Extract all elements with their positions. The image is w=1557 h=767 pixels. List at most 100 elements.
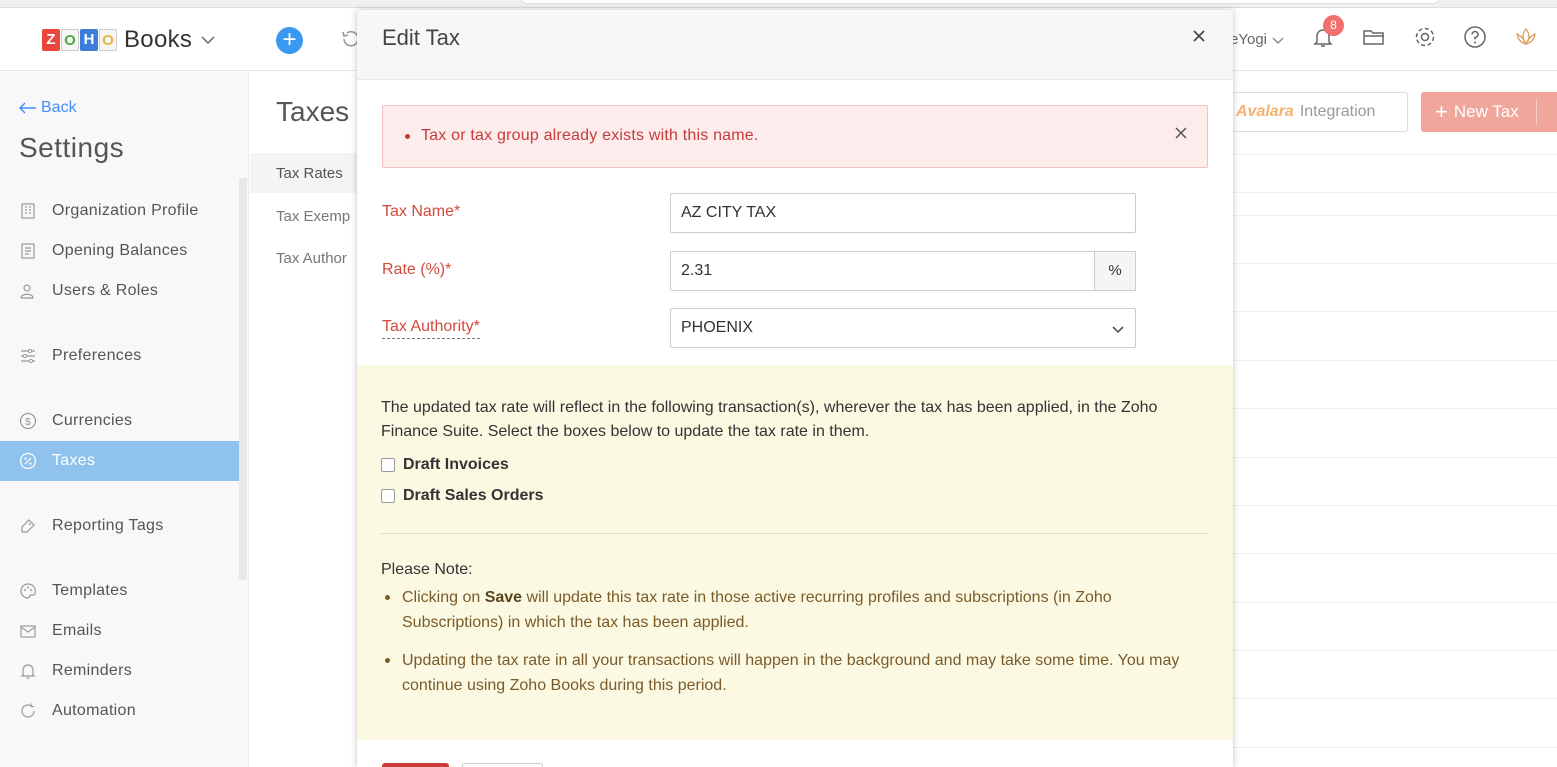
close-icon: [1175, 127, 1187, 139]
percent-addon: %: [1094, 251, 1136, 291]
checkbox-box[interactable]: [381, 489, 395, 503]
sidebar-item-reminders[interactable]: Reminders: [0, 651, 239, 691]
close-icon: [1193, 30, 1205, 42]
bullet-dot: [385, 658, 390, 663]
checkbox-box[interactable]: [381, 458, 395, 472]
table-row-divider: [1231, 192, 1557, 193]
note-bullet-background: Updating the tax rate in all your transa…: [381, 648, 1211, 698]
sidebar-item-reporting-tags[interactable]: Reporting Tags: [0, 506, 239, 546]
sidebar-scrollbar[interactable]: [239, 178, 247, 580]
quick-create-button[interactable]: +: [276, 27, 303, 54]
modal-header: Edit Tax: [357, 10, 1233, 80]
avalara-brand: Avalara: [1236, 103, 1294, 120]
cancel-button[interactable]: [462, 763, 543, 767]
tab-tax-authorities[interactable]: Tax Author: [250, 238, 358, 278]
building-icon: [19, 202, 37, 220]
table-row-divider: [1231, 650, 1557, 651]
address-bar[interactable]: [520, 0, 1440, 4]
table-row-divider: [1231, 698, 1557, 699]
currency-icon: $: [19, 412, 37, 430]
bullet-text: Updating the tax rate in all your transa…: [402, 652, 1180, 694]
table-row-divider: [1231, 215, 1557, 216]
avalara-integration-button[interactable]: Avalara Integration: [1231, 92, 1408, 132]
sidebar-item-taxes[interactable]: Taxes: [0, 441, 239, 481]
tag-icon: [19, 517, 37, 535]
table-row-divider: [1231, 154, 1557, 155]
dismiss-alert-button[interactable]: [1175, 124, 1187, 143]
notice-text: The updated tax rate will reflect in the…: [381, 399, 1158, 440]
tax-authority-select[interactable]: PHOENIX: [670, 308, 1136, 348]
tax-name-label: Tax Name*: [382, 203, 461, 220]
sidebar-item-label: Organization Profile: [52, 202, 199, 219]
product-name: Books: [124, 26, 193, 53]
folder-icon: [1363, 30, 1384, 45]
avalara-label: Integration: [1299, 103, 1376, 120]
org-switcher[interactable]: eYogi: [1230, 31, 1267, 48]
sidebar-item-organization-profile[interactable]: Organization Profile: [0, 191, 239, 231]
tax-name-input[interactable]: AZ CITY TAX: [670, 193, 1136, 233]
bullet-dot: [385, 595, 390, 600]
table-row-divider: [1231, 311, 1557, 312]
sidebar-item-label: Taxes: [52, 452, 96, 469]
tax-icon: [19, 452, 37, 470]
close-modal-button[interactable]: [1192, 25, 1206, 47]
draft-invoices-checkbox[interactable]: Draft Invoices: [381, 456, 509, 474]
documents-button[interactable]: [1361, 25, 1387, 54]
tax-authority-value: PHOENIX: [681, 319, 754, 336]
plus-icon: +: [1435, 99, 1448, 124]
settings-sidebar: Back Settings Organization Profile Openi…: [0, 72, 249, 767]
checkbox-label: Draft Invoices: [403, 456, 509, 473]
back-link[interactable]: Back: [19, 99, 77, 117]
tab-tax-rates[interactable]: Tax Rates: [250, 153, 358, 193]
back-label: Back: [41, 99, 77, 116]
gear-icon: [1415, 27, 1435, 47]
rate-input[interactable]: 2.31: [670, 251, 1095, 291]
sliders-icon: [19, 347, 37, 365]
table-row-divider: [1231, 553, 1557, 554]
sidebar-item-label: Users & Roles: [52, 282, 159, 299]
save-button[interactable]: [382, 763, 449, 767]
new-tax-button[interactable]: + New Tax: [1421, 92, 1557, 132]
arrow-left-icon: [19, 102, 36, 114]
sidebar-item-templates[interactable]: Templates: [0, 571, 239, 611]
draft-sales-orders-checkbox[interactable]: Draft Sales Orders: [381, 487, 544, 505]
sidebar-item-label: Automation: [52, 702, 136, 719]
sidebar-item-label: Templates: [52, 582, 128, 599]
sidebar-item-label: Reporting Tags: [52, 517, 164, 534]
tab-tax-exemptions[interactable]: Tax Exemp: [250, 196, 358, 236]
settings-title: Settings: [19, 132, 125, 163]
note-heading: Please Note:: [381, 561, 473, 578]
sidebar-item-currencies[interactable]: $ Currencies: [0, 401, 239, 441]
logo-letter-h: H: [80, 29, 98, 51]
chevron-down-icon[interactable]: [1271, 33, 1285, 47]
sidebar-item-emails[interactable]: Emails: [0, 611, 239, 651]
lotus-avatar-icon: [1516, 27, 1536, 46]
error-alert: Tax or tax group already exists with thi…: [382, 105, 1208, 168]
table-row-divider: [1231, 602, 1557, 603]
email-icon: [19, 622, 37, 640]
table-row-divider: [1231, 457, 1557, 458]
sidebar-item-label: Emails: [52, 622, 102, 639]
bullet-dot: [405, 134, 410, 139]
edit-tax-modal: Edit Tax Tax or tax group already exists…: [357, 10, 1233, 767]
ledger-icon: [19, 242, 37, 260]
chevron-down-icon[interactable]: [200, 32, 216, 48]
profile-avatar[interactable]: [1513, 25, 1539, 54]
notification-badge: 8: [1323, 15, 1344, 36]
svg-text:$: $: [25, 417, 31, 428]
rate-label: Rate (%)*: [382, 261, 452, 278]
error-message: Tax or tax group already exists with thi…: [421, 127, 759, 144]
logo-letter-o: O: [61, 29, 79, 51]
sidebar-item-preferences[interactable]: Preferences: [0, 336, 239, 376]
logo-letter-o2: O: [99, 29, 117, 51]
sidebar-item-automation[interactable]: Automation: [0, 691, 239, 731]
zoho-books-logo[interactable]: Z O H O Books: [42, 26, 216, 54]
settings-button[interactable]: [1413, 25, 1437, 54]
help-button[interactable]: [1463, 25, 1487, 54]
tax-authority-label[interactable]: Tax Authority*: [382, 318, 480, 339]
new-tax-label: New Tax: [1453, 102, 1519, 121]
sidebar-item-users-roles[interactable]: Users & Roles: [0, 271, 239, 311]
notifications-button[interactable]: 8: [1311, 15, 1344, 54]
table-row-divider: [1231, 747, 1557, 748]
sidebar-item-opening-balances[interactable]: Opening Balances: [0, 231, 239, 271]
